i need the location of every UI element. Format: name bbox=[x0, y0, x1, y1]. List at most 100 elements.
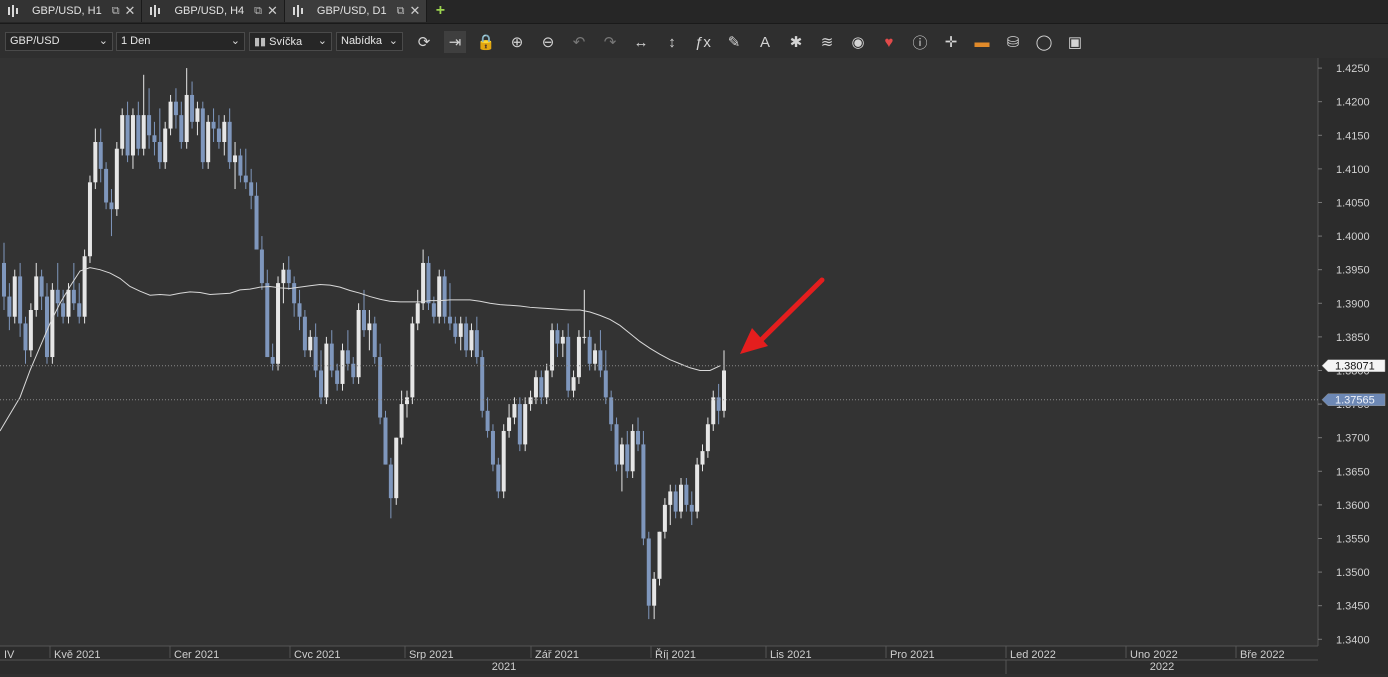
candle-body bbox=[286, 269, 291, 284]
candle-body bbox=[679, 484, 684, 512]
candle bbox=[114, 142, 119, 216]
time-tick-label: IV bbox=[4, 649, 15, 661]
popout-icon[interactable]: ⧉ bbox=[112, 5, 120, 18]
candle-body bbox=[609, 397, 614, 425]
pencil-icon[interactable]: ✎ bbox=[723, 31, 745, 53]
candle-body bbox=[598, 350, 603, 371]
undo-icon[interactable]: ↶ bbox=[568, 31, 590, 53]
candle-body bbox=[587, 336, 592, 364]
candle bbox=[82, 249, 87, 324]
candle-body bbox=[566, 336, 571, 391]
chart-type-select-value: Svíčka bbox=[269, 36, 303, 48]
chart-type-select[interactable]: ▮▮ Svíčka ⌄ bbox=[249, 32, 332, 51]
redo-icon[interactable]: ↷ bbox=[599, 31, 621, 53]
lock-icon[interactable]: 🔒 bbox=[475, 31, 497, 53]
tab-gbpusd-d1[interactable]: GBP/USD, D1 ⧉ ✕ bbox=[284, 0, 428, 22]
candle bbox=[163, 121, 168, 169]
candle-body bbox=[7, 296, 12, 317]
candle-body bbox=[689, 504, 694, 512]
candle-body bbox=[576, 336, 581, 378]
price-side-select[interactable]: Nabídka ⌄ bbox=[336, 32, 403, 51]
eye-icon[interactable]: ◉ bbox=[847, 31, 869, 53]
candle bbox=[28, 303, 33, 358]
candle-body bbox=[254, 195, 259, 250]
candle bbox=[104, 162, 109, 210]
candle-body bbox=[195, 108, 200, 122]
time-tick-label: Zář 2021 bbox=[535, 649, 579, 661]
price-tick-label: 1.3500 bbox=[1336, 567, 1370, 579]
chart-area[interactable]: 1.4250 1.4200 1.4150 1.4100 1.4050 1.4000 1.39… bbox=[0, 58, 1388, 674]
popout-icon[interactable]: ⧉ bbox=[254, 5, 262, 18]
close-icon[interactable]: ✕ bbox=[267, 3, 278, 19]
sparkle-icon[interactable]: ✱ bbox=[785, 31, 807, 53]
text-icon[interactable]: A bbox=[754, 31, 776, 53]
ruler-icon[interactable]: ▬ bbox=[971, 31, 993, 53]
chart-toolbar: GBP/USD ⌄ 1 Den ⌄ ▮▮ Svíčka ⌄ Nabídka ⌄ ⟳… bbox=[0, 24, 1388, 59]
candle-body bbox=[603, 370, 608, 398]
price-axis-background bbox=[1318, 58, 1388, 646]
tab-bar: GBP/USD, H1 ⧉ ✕ GBP/USD, H4 ⧉ ✕ GBP/USD,… bbox=[0, 0, 1388, 24]
time-tick-label: Srp 2021 bbox=[409, 649, 454, 661]
candle-body bbox=[324, 343, 329, 398]
candle-body bbox=[87, 182, 92, 257]
candle-body bbox=[109, 202, 114, 210]
autoscroll-icon[interactable]: ⇥ bbox=[444, 31, 466, 53]
candle bbox=[630, 424, 635, 478]
period-select[interactable]: 1 Den ⌄ bbox=[116, 32, 245, 51]
candle bbox=[576, 330, 581, 384]
popout-icon[interactable]: ⧉ bbox=[397, 5, 405, 18]
candle-body bbox=[329, 343, 334, 371]
close-icon[interactable]: ✕ bbox=[125, 3, 136, 19]
info-icon[interactable]: ⓘ bbox=[909, 31, 931, 53]
candle bbox=[276, 276, 281, 371]
tab-label: GBP/USD, H4 bbox=[174, 5, 245, 17]
candle-body bbox=[399, 404, 404, 438]
candle-body bbox=[82, 256, 87, 317]
tab-gbpusd-h1[interactable]: GBP/USD, H1 ⧉ ✕ bbox=[0, 0, 143, 22]
time-tick-label: Lis 2021 bbox=[770, 649, 812, 661]
paint-bucket-icon[interactable]: ⛁ bbox=[1002, 31, 1024, 53]
candle-body bbox=[700, 451, 705, 465]
time-tick-label: Cvc 2021 bbox=[294, 649, 340, 661]
candle-body bbox=[593, 350, 598, 364]
candlestick-chart[interactable]: 1.4250 1.4200 1.4150 1.4100 1.4050 1.4000 1.39… bbox=[0, 58, 1388, 674]
candle-body bbox=[458, 323, 463, 337]
refresh-icon[interactable]: ⟳ bbox=[413, 31, 435, 53]
symbol-select[interactable]: GBP/USD ⌄ bbox=[5, 32, 113, 51]
candle-body bbox=[571, 377, 576, 391]
candle bbox=[641, 430, 646, 546]
tab-gbpusd-h4[interactable]: GBP/USD, H4 ⧉ ✕ bbox=[142, 0, 285, 22]
layers-icon[interactable]: ≋ bbox=[816, 31, 838, 53]
candle bbox=[517, 397, 522, 452]
candle-body bbox=[28, 310, 33, 351]
candle bbox=[410, 316, 415, 405]
candle-body bbox=[120, 115, 125, 149]
zoom-in-icon[interactable]: ⊕ bbox=[506, 31, 528, 53]
zoom-out-icon[interactable]: ⊖ bbox=[537, 31, 559, 53]
candle-body bbox=[501, 430, 506, 492]
candle bbox=[442, 269, 447, 324]
cycle-icon[interactable]: ◯ bbox=[1033, 31, 1055, 53]
candle-body bbox=[523, 404, 528, 445]
candle-body bbox=[464, 323, 469, 351]
chevron-down-icon: ⌄ bbox=[230, 35, 240, 47]
close-icon[interactable]: ✕ bbox=[409, 3, 420, 19]
candle-body bbox=[415, 303, 420, 324]
candle-body bbox=[292, 283, 297, 304]
add-chart-icon[interactable]: + bbox=[427, 0, 453, 22]
candle-body bbox=[114, 148, 119, 210]
save-icon[interactable]: ▣ bbox=[1064, 31, 1086, 53]
candle-body bbox=[163, 128, 168, 163]
horizontal-line-icon[interactable]: ↔ bbox=[630, 31, 652, 53]
function-icon[interactable]: ƒx bbox=[692, 31, 714, 53]
crosshair-icon[interactable]: ✛ bbox=[940, 31, 962, 53]
candle-body bbox=[711, 397, 716, 425]
candle bbox=[206, 115, 211, 169]
time-tick-label: Kvě 2021 bbox=[54, 649, 100, 661]
heart-line-icon[interactable]: ♥ bbox=[878, 31, 900, 53]
candle-body bbox=[426, 262, 431, 304]
candle-body bbox=[18, 276, 23, 324]
candle bbox=[356, 303, 361, 384]
candle-body bbox=[630, 430, 635, 472]
vertical-line-icon[interactable]: ↕ bbox=[661, 31, 683, 53]
